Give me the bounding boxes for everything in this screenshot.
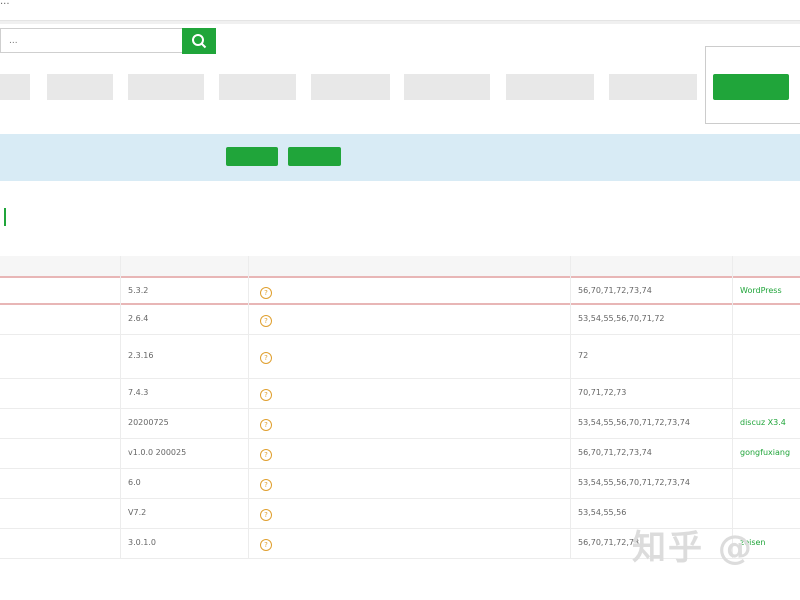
search-input[interactable]: [7, 29, 181, 53]
cell-description: ?: [256, 478, 556, 491]
top-bar: ...: [0, 0, 800, 21]
cell-description: ?: [256, 286, 556, 299]
cell-php-versions: 70,71,72,73: [578, 388, 627, 397]
notice-bar: [0, 134, 800, 181]
cell-description: ?: [256, 388, 556, 401]
cell-description: ?: [256, 508, 556, 521]
cell-php-versions: 53,54,55,56,70,71,72: [578, 314, 665, 323]
help-icon[interactable]: ?: [260, 479, 272, 491]
help-icon[interactable]: ?: [260, 287, 272, 299]
cell-description: ?: [256, 314, 556, 327]
category-button-system-tools[interactable]: [219, 74, 296, 100]
cell-php-versions: 56,70,71,72,73,74: [578, 286, 652, 295]
help-icon[interactable]: ?: [260, 509, 272, 521]
cell-provider[interactable]: discuz X3.4: [740, 418, 786, 427]
existing-project-button[interactable]: [226, 147, 278, 166]
cell-php-versions: 53,54,55,56,70,71,72,73,74: [578, 418, 690, 427]
category-button-plugins[interactable]: [311, 74, 390, 100]
cell-php-versions: 53,54,55,56: [578, 508, 627, 517]
cell-description: ?: [256, 351, 556, 364]
category-button-runtime[interactable]: [128, 74, 204, 100]
category-button-all[interactable]: [0, 74, 30, 100]
cell-php-versions: 53,54,55,56,70,71,72,73,74: [578, 478, 690, 487]
cell-php-versions: 72: [578, 351, 589, 360]
help-icon[interactable]: ?: [260, 539, 272, 551]
page-title: ...: [0, 0, 10, 7]
cell-version: 5.3.2: [128, 286, 149, 295]
one-click-deploy-button[interactable]: [713, 74, 789, 100]
cell-php-versions: 56,70,71,72,73: [578, 538, 640, 547]
cell-provider[interactable]: gongfuxiang: [740, 448, 790, 457]
cell-version: 2.3.16: [128, 351, 154, 360]
cell-version: v1.0.0 200025: [128, 448, 187, 457]
column-divider: [732, 256, 733, 559]
cell-provider[interactable]: WordPress: [740, 286, 782, 295]
category-button-third-party[interactable]: [609, 74, 697, 100]
cell-version: 20200725: [128, 418, 169, 427]
help-icon[interactable]: ?: [260, 352, 272, 364]
search-box: [0, 28, 182, 53]
cell-description: ?: [256, 418, 556, 431]
cell-version: 6.0: [128, 478, 141, 487]
column-divider: [570, 256, 571, 559]
watermark: 知乎 @: [632, 528, 754, 568]
category-button-installed[interactable]: [47, 74, 113, 100]
import-project-button[interactable]: [288, 147, 341, 166]
cell-version: 7.4.3: [128, 388, 149, 397]
category-button-enterprise-plugins[interactable]: [506, 74, 594, 100]
deploy-tabs: [0, 204, 800, 230]
cell-description: ?: [256, 538, 556, 551]
cell-version: 3.0.1.0: [128, 538, 156, 547]
category-button-pro-plugins[interactable]: [404, 74, 490, 100]
column-divider: [120, 256, 121, 559]
column-divider: [248, 256, 249, 559]
help-icon[interactable]: ?: [260, 449, 272, 461]
cell-php-versions: 56,70,71,72,73,74: [578, 448, 652, 457]
cell-version: 2.6.4: [128, 314, 149, 323]
cell-description: ?: [256, 448, 556, 461]
help-icon[interactable]: ?: [260, 389, 272, 401]
search-button[interactable]: [182, 28, 216, 54]
help-icon[interactable]: ?: [260, 315, 272, 327]
cell-version: V7.2: [128, 508, 147, 517]
help-icon[interactable]: ?: [260, 419, 272, 431]
tab-active-indicator: [0, 208, 6, 226]
search-icon: [192, 34, 207, 49]
